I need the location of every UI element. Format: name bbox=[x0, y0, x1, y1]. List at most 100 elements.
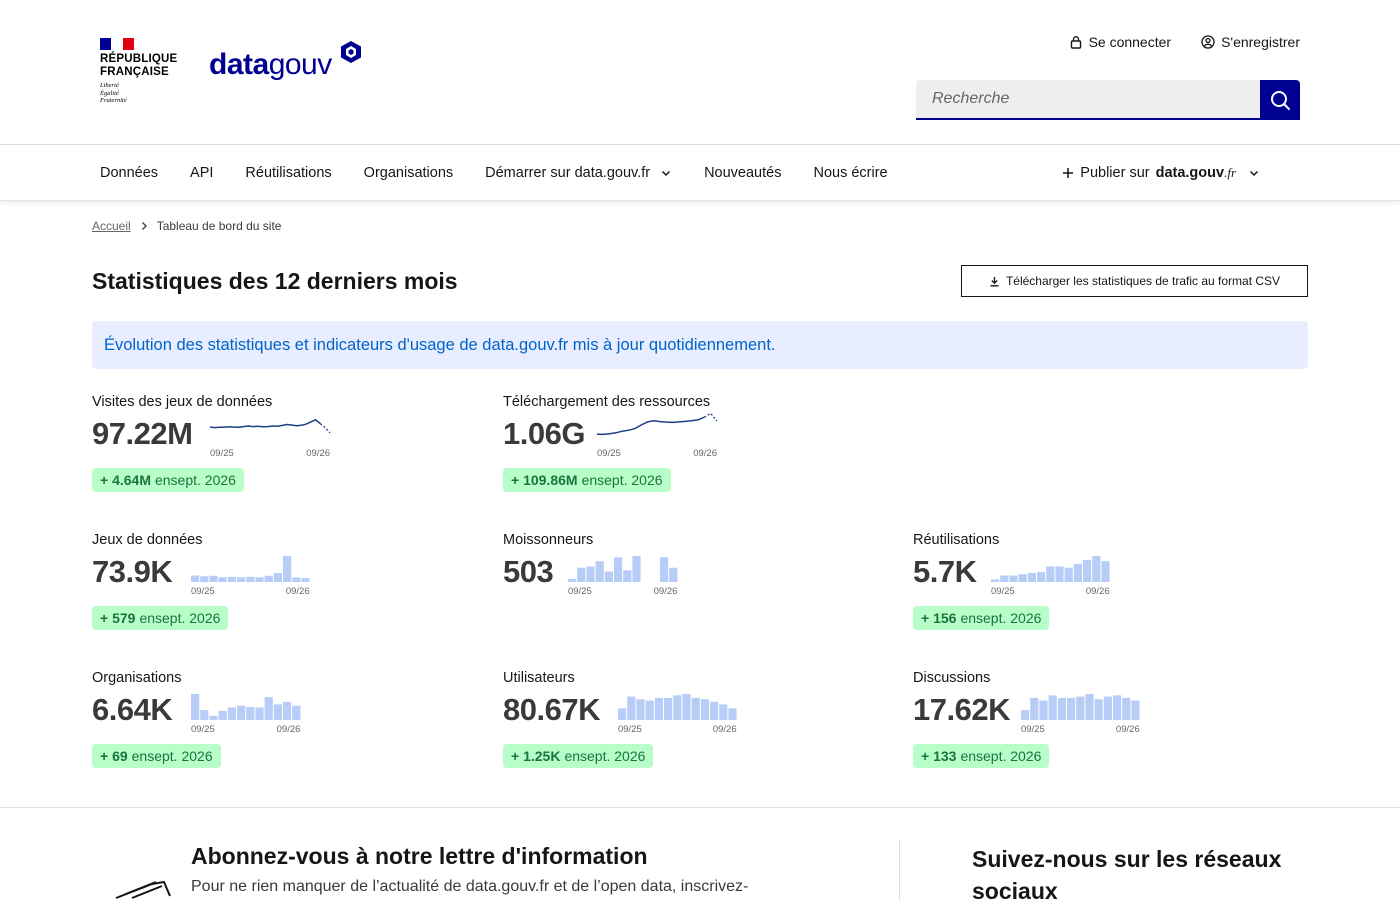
register-link[interactable]: S'enregistrer bbox=[1201, 34, 1300, 50]
bar-mark bbox=[1036, 572, 1046, 582]
bar-mark bbox=[700, 699, 709, 720]
nav-item-api[interactable]: API bbox=[174, 165, 229, 181]
bar-mini-chart: 09/25 09/26 bbox=[991, 546, 1115, 603]
bar-mark bbox=[654, 697, 663, 720]
register-label: S'enregistrer bbox=[1221, 34, 1300, 50]
plus-icon bbox=[1063, 168, 1074, 178]
bar-mark bbox=[1073, 563, 1082, 582]
stat-label: Organisations bbox=[92, 670, 182, 686]
bar-mark bbox=[218, 577, 227, 582]
stat-label: Utilisateurs bbox=[503, 670, 575, 686]
newsletter-envelope-icon bbox=[115, 880, 171, 899]
bar-mark bbox=[577, 567, 586, 582]
breadcrumb-current: Tableau de bord du site bbox=[156, 219, 282, 233]
bar-mini-chart: 09/25 09/26 bbox=[191, 684, 305, 741]
nav-item-nouveautes[interactable]: Nouveautés bbox=[688, 165, 797, 181]
search-input[interactable] bbox=[916, 80, 1260, 120]
delta-badge: + 109.86M ensept. 2026 bbox=[503, 468, 671, 492]
header-tools: Se connecter S'enregistrer bbox=[1069, 34, 1300, 50]
bar-mini-chart: 09/25 09/26 bbox=[191, 546, 315, 603]
republique-francaise-logo[interactable]: RÉPUBLIQUE FRANÇAISE Liberté Égalité Fra… bbox=[100, 38, 190, 105]
bar-mark bbox=[1064, 567, 1073, 582]
publish-menu-button[interactable]: Publier sur data.gouv.fr bbox=[1062, 145, 1260, 201]
mini-chart-svg: 09/25 09/26 bbox=[568, 556, 678, 597]
newsletter-title: Abonnez-vous à notre lettre d'informatio… bbox=[191, 843, 648, 869]
sparkline-forecast-line bbox=[319, 423, 331, 434]
bar-mark bbox=[273, 572, 282, 582]
nav-item-organisations[interactable]: Organisations bbox=[348, 165, 469, 181]
bar-mark bbox=[209, 575, 218, 582]
bar-mark bbox=[636, 699, 645, 720]
bar-mark bbox=[209, 715, 218, 720]
chevron-right-icon bbox=[141, 222, 147, 230]
bar-mark bbox=[627, 696, 636, 720]
nav-item-donnees[interactable]: Données bbox=[84, 165, 174, 181]
user-circle-icon bbox=[1201, 35, 1215, 49]
bar-mark bbox=[1085, 694, 1094, 720]
chart-start-label: 09/25 bbox=[1021, 724, 1045, 735]
bar-mark bbox=[673, 695, 682, 720]
bar-mark bbox=[1046, 566, 1055, 582]
stat-value: 97.22M bbox=[92, 416, 193, 451]
french-flag-icon bbox=[100, 38, 134, 50]
bar-mark bbox=[1009, 575, 1018, 582]
bar-mark bbox=[236, 577, 246, 582]
stat-card-telechargements: Téléchargement des ressources 1.06G 09/2… bbox=[503, 394, 883, 504]
bar-mark bbox=[282, 556, 292, 582]
bar-mark bbox=[1131, 700, 1140, 720]
bar-mark bbox=[273, 704, 282, 720]
bar-mark bbox=[227, 707, 236, 720]
bar-mark bbox=[292, 577, 301, 582]
info-text: Évolution des statistiques et indicateur… bbox=[104, 335, 776, 354]
sparkline-chart: 09/25 09/26 bbox=[596, 408, 721, 465]
bar-mark bbox=[1082, 559, 1092, 582]
stat-label: Jeux de données bbox=[92, 532, 203, 548]
download-csv-button[interactable]: Télécharger les statistiques de trafic a… bbox=[961, 265, 1308, 297]
nav-item-nous-ecrire[interactable]: Nous écrire bbox=[797, 165, 903, 181]
bar-mini-chart: 09/25 09/26 bbox=[618, 684, 742, 741]
stat-value: 80.67K bbox=[503, 692, 600, 727]
chart-end-label: 09/26 bbox=[1116, 724, 1140, 735]
sparkline-chart: 09/25 09/26 bbox=[209, 408, 334, 465]
datagouv-logo[interactable]: datagouv bbox=[209, 48, 332, 82]
bar-mark bbox=[1101, 561, 1110, 582]
bar-mark bbox=[595, 561, 604, 582]
stat-card-utilisateurs: Utilisateurs 80.67K 09/25 09/26 + 1.25K en… bbox=[503, 670, 883, 780]
chart-end-label: 09/26 bbox=[1086, 586, 1110, 597]
chart-end-label: 09/26 bbox=[286, 586, 310, 597]
bar-mark bbox=[1103, 696, 1112, 720]
chart-end-label: 09/26 bbox=[277, 724, 301, 735]
breadcrumb: Accueil Tableau de bord du site bbox=[92, 219, 281, 233]
mini-chart-svg: 09/25 09/26 bbox=[618, 694, 737, 735]
stat-value: 6.64K bbox=[92, 692, 173, 727]
bar-mark bbox=[1057, 697, 1066, 720]
nav-item-demarrer[interactable]: Démarrer sur data.gouv.fr bbox=[469, 165, 688, 181]
nav-item-reutilisations[interactable]: Réutilisations bbox=[229, 165, 347, 181]
newsletter-text: Pour ne rien manquer de l’actualité de d… bbox=[191, 878, 749, 895]
chart-start-label: 09/25 bbox=[210, 448, 234, 459]
republique-motto: Liberté Égalité Fraternité bbox=[100, 82, 127, 104]
republique-francaise-name: RÉPUBLIQUE FRANÇAISE bbox=[100, 53, 178, 78]
stat-card-discussions: Discussions 17.62K 09/25 09/26 + 133 ensep… bbox=[913, 670, 1293, 780]
search-button[interactable] bbox=[1260, 80, 1300, 120]
bar-mark bbox=[282, 701, 292, 720]
bar-mark bbox=[200, 710, 209, 720]
breadcrumb-home-link[interactable]: Accueil bbox=[92, 219, 131, 233]
stat-label: Discussions bbox=[913, 670, 991, 686]
mini-chart-svg: 09/25 09/26 bbox=[1021, 694, 1140, 735]
bar-mark bbox=[682, 694, 691, 720]
bar-mark bbox=[1048, 695, 1057, 720]
bar-mark bbox=[246, 707, 255, 720]
bar-mark bbox=[1076, 696, 1085, 720]
stat-value: 17.62K bbox=[913, 692, 1010, 727]
mini-chart-svg: 09/25 09/26 bbox=[209, 418, 331, 459]
delta-badge: + 69 ensept. 2026 bbox=[92, 744, 221, 768]
stat-card-jeux-de-donnees: Jeux de données 73.9K 09/25 09/26 + 579 en… bbox=[92, 532, 472, 642]
login-link[interactable]: Se connecter bbox=[1069, 34, 1171, 50]
footer-divider bbox=[0, 807, 1400, 808]
stat-card-visites: Visites des jeux de données 97.22M 09/25… bbox=[92, 394, 472, 504]
sparkline-line bbox=[209, 418, 321, 429]
stat-card-moissonneurs: Moissonneurs 503 09/25 09/26 bbox=[503, 532, 883, 642]
bar-mark bbox=[709, 701, 719, 720]
bar-mark bbox=[1018, 574, 1027, 582]
